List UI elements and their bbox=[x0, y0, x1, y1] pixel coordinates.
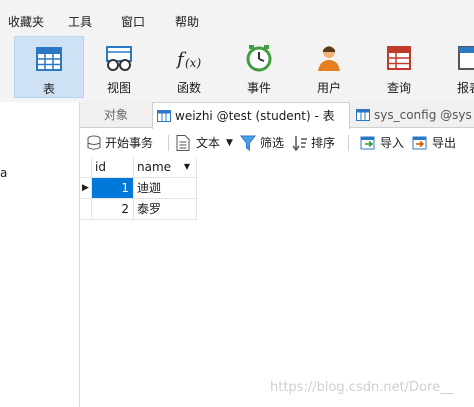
view-icon bbox=[106, 46, 132, 71]
report-icon bbox=[458, 46, 474, 70]
toolbar-divider bbox=[168, 135, 169, 151]
watermark: https://blog.csdn.net/Dore__ bbox=[270, 380, 454, 395]
ribbon-user-button[interactable]: 用户 bbox=[294, 36, 364, 98]
current-row-icon: ▶ bbox=[82, 183, 89, 193]
text-label: 文本 bbox=[196, 136, 221, 150]
function-icon: f (x) bbox=[175, 49, 201, 70]
menu-bar: 收藏夹 工具 窗口 帮助 bbox=[0, 0, 474, 32]
cell-id-value: 1 bbox=[121, 181, 129, 195]
cell-name-value: 泰罗 bbox=[137, 202, 162, 216]
chevron-down-icon: ▼ bbox=[226, 138, 233, 148]
text-dropdown-button[interactable]: 文本 ▼ bbox=[176, 133, 236, 153]
ribbon-query-label: 查询 bbox=[386, 81, 411, 95]
table-icon bbox=[157, 110, 171, 122]
column-sort-icon[interactable]: ▼ bbox=[184, 157, 190, 177]
sort-button[interactable]: 排序 bbox=[292, 133, 340, 153]
document-icon bbox=[176, 135, 190, 151]
clock-icon bbox=[246, 45, 272, 72]
user-icon bbox=[318, 46, 340, 71]
table-toolbar: 开始事务 文本 ▼ 筛选 排序 导入 导出 bbox=[80, 129, 474, 157]
begin-transaction-button[interactable]: 开始事务 bbox=[86, 133, 162, 153]
cell-id-value: 2 bbox=[121, 202, 129, 216]
tab-sys-config[interactable]: sys_config @sys (s bbox=[352, 102, 474, 128]
menu-window[interactable]: 窗口 bbox=[121, 15, 145, 29]
sort-icon bbox=[292, 136, 307, 151]
ribbon-report-label: 报表 bbox=[457, 81, 474, 95]
export-icon bbox=[412, 136, 427, 150]
ribbon-view-label: 视图 bbox=[106, 81, 131, 95]
begin-transaction-label: 开始事务 bbox=[105, 136, 154, 150]
database-icon bbox=[87, 135, 101, 150]
ribbon-query-button[interactable]: 查询 bbox=[364, 36, 434, 98]
table-cell-name[interactable]: 泰罗 bbox=[134, 199, 197, 220]
table-icon bbox=[36, 47, 62, 71]
column-header-name-label: name bbox=[137, 160, 172, 174]
tab-weizhi-table[interactable]: weizhi @test (student) - 表 bbox=[152, 102, 350, 129]
ribbon-event-label: 事件 bbox=[246, 81, 271, 95]
column-header-name[interactable]: name ▼ bbox=[134, 157, 197, 178]
tab-weizhi-label: weizhi @test (student) - 表 bbox=[175, 109, 335, 123]
menu-favorites[interactable]: 收藏夹 bbox=[8, 15, 44, 29]
ribbon-function-button[interactable]: f (x) 函数 bbox=[154, 36, 224, 98]
ribbon-event-button[interactable]: 事件 bbox=[224, 36, 294, 98]
ribbon-table-label: 表 bbox=[42, 82, 55, 96]
import-button[interactable]: 导入 bbox=[360, 133, 408, 153]
ribbon-function-label: 函数 bbox=[176, 81, 201, 95]
filter-icon bbox=[240, 135, 256, 151]
tab-objects-label: 对象 bbox=[103, 108, 128, 122]
import-icon bbox=[360, 136, 375, 150]
ribbon-view-button[interactable]: 视图 bbox=[84, 36, 154, 98]
query-icon bbox=[387, 46, 411, 70]
menu-help[interactable]: 帮助 bbox=[175, 15, 199, 29]
export-button[interactable]: 导出 bbox=[412, 133, 462, 153]
column-header-id[interactable]: id bbox=[92, 157, 134, 178]
svg-text:(x): (x) bbox=[185, 56, 201, 70]
row-pointer[interactable] bbox=[80, 199, 92, 220]
menu-tools[interactable]: 工具 bbox=[68, 15, 92, 29]
nav-item-fragment[interactable]: a bbox=[0, 166, 7, 180]
ribbon-table-button[interactable]: 表 bbox=[14, 36, 84, 98]
data-grid[interactable]: id name ▼ ▶ 1 迪迦 2 泰罗 bbox=[80, 157, 474, 407]
tab-sys-config-label: sys_config @sys (s bbox=[374, 108, 474, 122]
cell-name-value: 迪迦 bbox=[137, 181, 162, 195]
toolbar-divider bbox=[348, 135, 349, 151]
navigation-pane[interactable]: a bbox=[0, 102, 80, 407]
filter-label: 筛选 bbox=[260, 136, 285, 150]
ribbon-report-button[interactable]: 报表 bbox=[440, 36, 474, 98]
import-label: 导入 bbox=[380, 136, 405, 150]
tab-bar: 对象 weizhi @test (student) - 表 sys_config… bbox=[80, 102, 474, 129]
sort-label: 排序 bbox=[311, 136, 336, 150]
row-header-corner bbox=[80, 157, 92, 178]
table-cell-name[interactable]: 迪迦 bbox=[134, 178, 197, 199]
table-icon bbox=[356, 109, 370, 121]
filter-button[interactable]: 筛选 bbox=[240, 133, 286, 153]
ribbon-user-label: 用户 bbox=[316, 81, 341, 95]
export-label: 导出 bbox=[432, 136, 457, 150]
row-pointer[interactable]: ▶ bbox=[80, 178, 92, 199]
table-cell-id[interactable]: 1 bbox=[92, 178, 134, 199]
tab-objects[interactable]: 对象 bbox=[80, 102, 152, 128]
table-cell-id[interactable]: 2 bbox=[92, 199, 134, 220]
column-header-id-label: id bbox=[95, 160, 106, 174]
ribbon-toolbar: 表 视图 f (x) 函数 事件 用户 查询 报 bbox=[0, 32, 474, 102]
